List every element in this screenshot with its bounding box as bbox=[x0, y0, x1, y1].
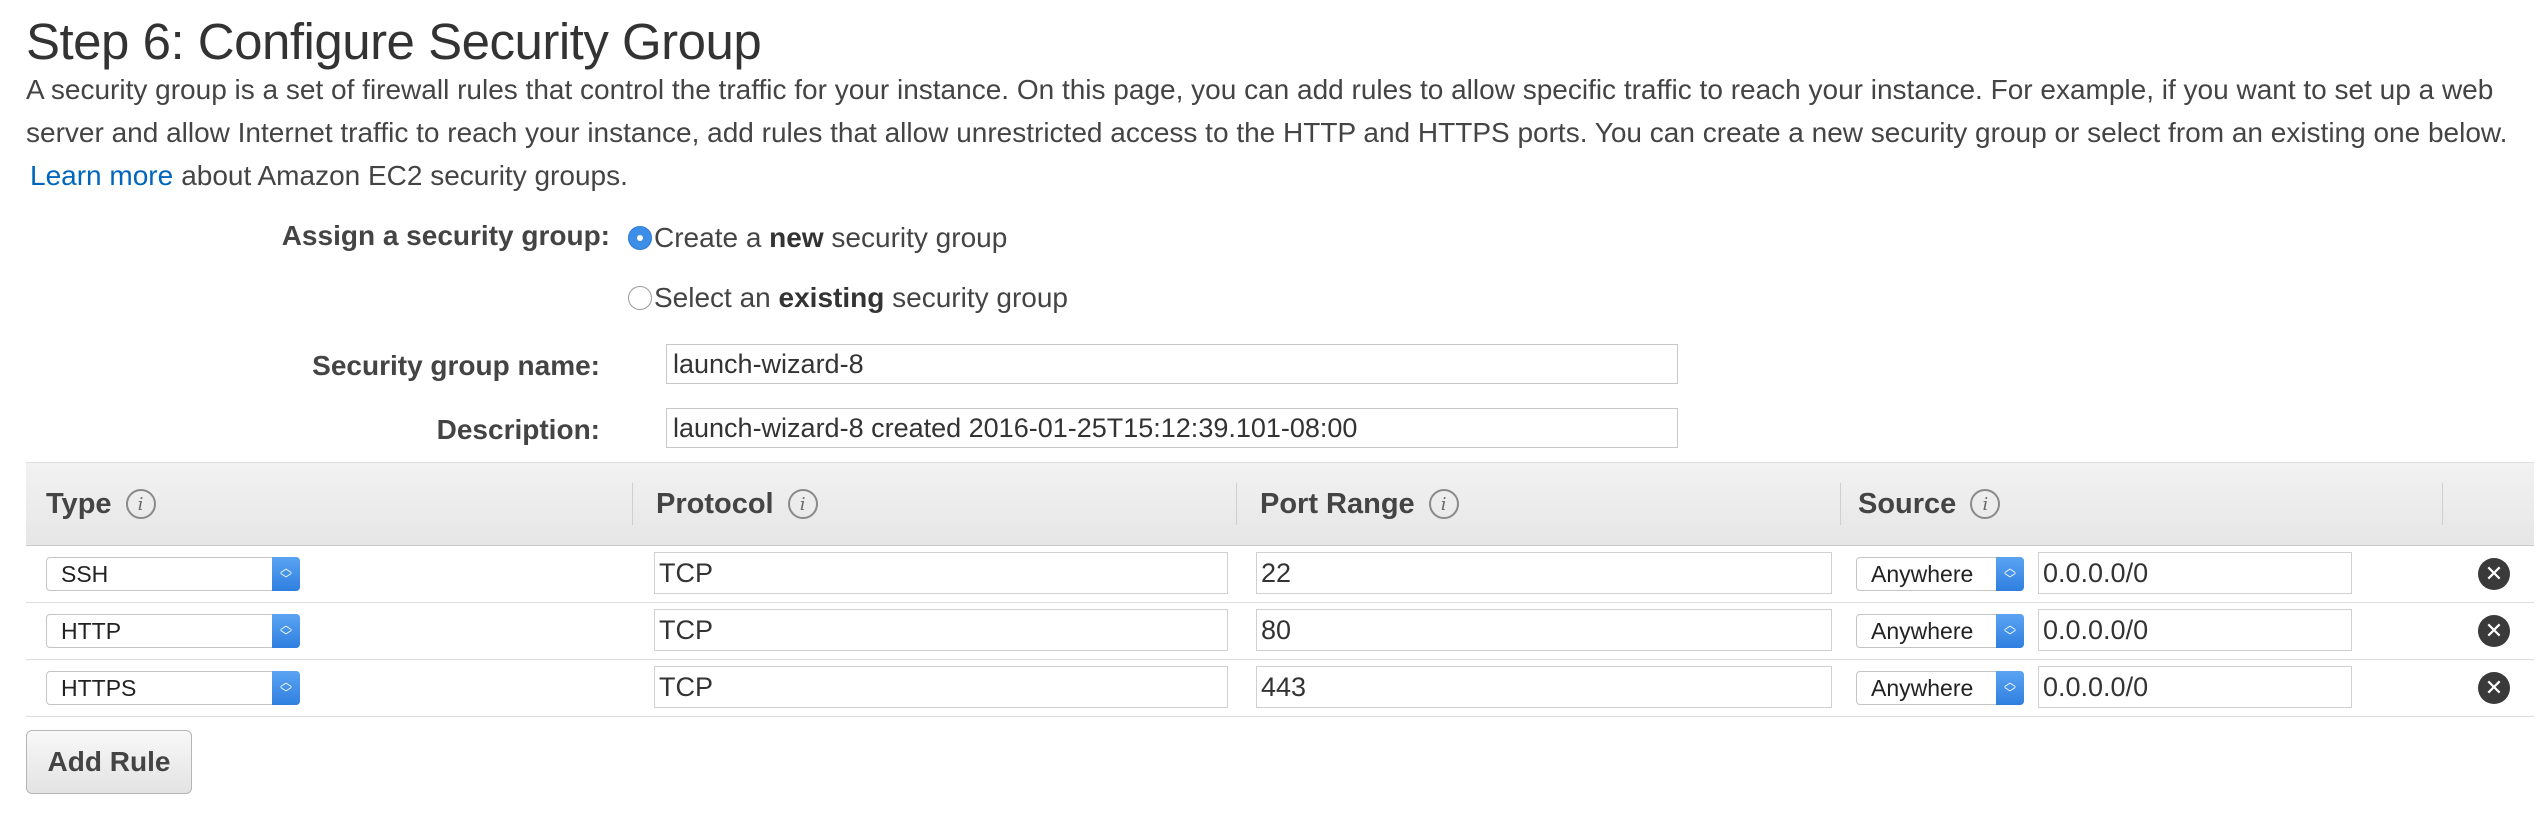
header-divider bbox=[1236, 483, 1237, 525]
source-cidr-value: 0.0.0.0/0 bbox=[2043, 557, 2149, 588]
radio-button-create-new[interactable] bbox=[628, 226, 652, 250]
remove-rule-icon[interactable]: ✕ bbox=[2478, 672, 2510, 704]
intro-suffix: about Amazon EC2 security groups. bbox=[181, 160, 628, 191]
protocol-field[interactable]: TCP bbox=[654, 552, 1228, 594]
learn-more-link[interactable]: Learn more bbox=[30, 160, 173, 191]
header-port-range-label: Port Range bbox=[1260, 487, 1415, 520]
table-row: HTTP ︿ ﹀ TCP 80 Anywhere ︿ ﹀ 0.0.0.0/0 ✕ bbox=[26, 603, 2534, 660]
type-select[interactable]: HTTPS ︿ ﹀ bbox=[46, 671, 300, 705]
table-row: HTTPS ︿ ﹀ TCP 443 Anywhere ︿ ﹀ 0.0.0.0/0 ✕ bbox=[26, 660, 2534, 717]
source-select-value: Anywhere bbox=[1871, 560, 1974, 587]
type-select-value: SSH bbox=[61, 560, 109, 587]
radio-create-new[interactable]: Create a new security group bbox=[628, 222, 1007, 254]
intro-paragraph: A security group is a set of firewall ru… bbox=[26, 68, 2526, 197]
radio-select-existing-prefix: Select an bbox=[654, 282, 779, 313]
port-range-input[interactable]: 443 bbox=[1256, 666, 1832, 708]
remove-rule-icon[interactable]: ✕ bbox=[2478, 615, 2510, 647]
assign-group-label: Assign a security group: bbox=[281, 220, 610, 251]
header-port-range: Port Range i bbox=[1260, 463, 1459, 545]
chevron-updown-icon: ︿ ﹀ bbox=[272, 557, 300, 591]
header-type: Type i bbox=[46, 463, 156, 545]
source-select[interactable]: Anywhere ︿ ﹀ bbox=[1856, 671, 2024, 705]
radio-select-existing[interactable]: Select an existing security group bbox=[628, 282, 1068, 314]
security-group-name-label: Security group name: bbox=[312, 350, 600, 381]
type-select[interactable]: HTTP ︿ ﹀ bbox=[46, 614, 300, 648]
protocol-value: TCP bbox=[659, 557, 713, 588]
header-source-label: Source bbox=[1858, 487, 1957, 520]
rules-table-header: Type i Protocol i Port Range i Source i bbox=[26, 462, 2534, 546]
header-protocol-label: Protocol bbox=[656, 487, 774, 520]
type-select[interactable]: SSH ︿ ﹀ bbox=[46, 557, 300, 591]
source-cidr-input[interactable]: 0.0.0.0/0 bbox=[2038, 552, 2352, 594]
chevron-updown-icon: ︿ ﹀ bbox=[272, 671, 300, 705]
protocol-field[interactable]: TCP bbox=[654, 666, 1228, 708]
radio-create-new-prefix: Create a bbox=[654, 222, 770, 253]
source-select-value: Anywhere bbox=[1871, 674, 1974, 701]
source-cidr-input[interactable]: 0.0.0.0/0 bbox=[2038, 609, 2352, 651]
table-row: SSH ︿ ﹀ TCP 22 Anywhere ︿ ﹀ 0.0.0.0/0 ✕ bbox=[26, 546, 2534, 603]
header-protocol: Protocol i bbox=[656, 463, 818, 545]
description-input[interactable] bbox=[666, 408, 1678, 448]
radio-select-existing-bold: existing bbox=[778, 282, 885, 313]
source-cidr-value: 0.0.0.0/0 bbox=[2043, 614, 2149, 645]
protocol-value: TCP bbox=[659, 614, 713, 645]
info-icon[interactable]: i bbox=[787, 489, 818, 519]
port-range-value: 443 bbox=[1261, 671, 1307, 702]
source-select[interactable]: Anywhere ︿ ﹀ bbox=[1856, 614, 2024, 648]
remove-rule-icon[interactable]: ✕ bbox=[2478, 558, 2510, 590]
chevron-updown-icon: ︿ ﹀ bbox=[272, 614, 300, 648]
info-icon[interactable]: i bbox=[125, 489, 156, 519]
info-icon[interactable]: i bbox=[1970, 489, 2001, 519]
source-cidr-input[interactable]: 0.0.0.0/0 bbox=[2038, 666, 2352, 708]
header-type-label: Type bbox=[46, 487, 112, 520]
add-rule-button[interactable]: Add Rule bbox=[26, 730, 192, 794]
protocol-field[interactable]: TCP bbox=[654, 609, 1228, 651]
type-select-value: HTTP bbox=[61, 617, 122, 644]
protocol-value: TCP bbox=[659, 671, 713, 702]
rules-table: Type i Protocol i Port Range i Source i … bbox=[26, 462, 2534, 717]
page-title: Step 6: Configure Security Group bbox=[26, 13, 762, 70]
port-range-value: 22 bbox=[1261, 557, 1292, 588]
radio-button-select-existing[interactable] bbox=[628, 286, 652, 310]
header-divider bbox=[2442, 483, 2443, 525]
header-source: Source i bbox=[1858, 463, 2001, 545]
type-select-value: HTTPS bbox=[61, 674, 137, 701]
header-divider bbox=[632, 483, 633, 525]
chevron-updown-icon: ︿ ﹀ bbox=[1996, 557, 2024, 591]
chevron-updown-icon: ︿ ﹀ bbox=[1996, 614, 2024, 648]
header-divider bbox=[1840, 483, 1841, 525]
intro-text: A security group is a set of firewall ru… bbox=[26, 74, 2508, 148]
radio-select-existing-suffix: security group bbox=[884, 282, 1068, 313]
info-icon[interactable]: i bbox=[1428, 489, 1459, 519]
source-select[interactable]: Anywhere ︿ ﹀ bbox=[1856, 557, 2024, 591]
radio-create-new-suffix: security group bbox=[823, 222, 1008, 253]
chevron-updown-icon: ︿ ﹀ bbox=[1996, 671, 2024, 705]
security-group-name-input[interactable] bbox=[666, 344, 1678, 384]
port-range-value: 80 bbox=[1261, 614, 1292, 645]
port-range-input[interactable]: 22 bbox=[1256, 552, 1832, 594]
description-label: Description: bbox=[436, 414, 600, 445]
source-cidr-value: 0.0.0.0/0 bbox=[2043, 671, 2149, 702]
radio-create-new-bold: new bbox=[769, 222, 824, 253]
source-select-value: Anywhere bbox=[1871, 617, 1974, 644]
port-range-input[interactable]: 80 bbox=[1256, 609, 1832, 651]
